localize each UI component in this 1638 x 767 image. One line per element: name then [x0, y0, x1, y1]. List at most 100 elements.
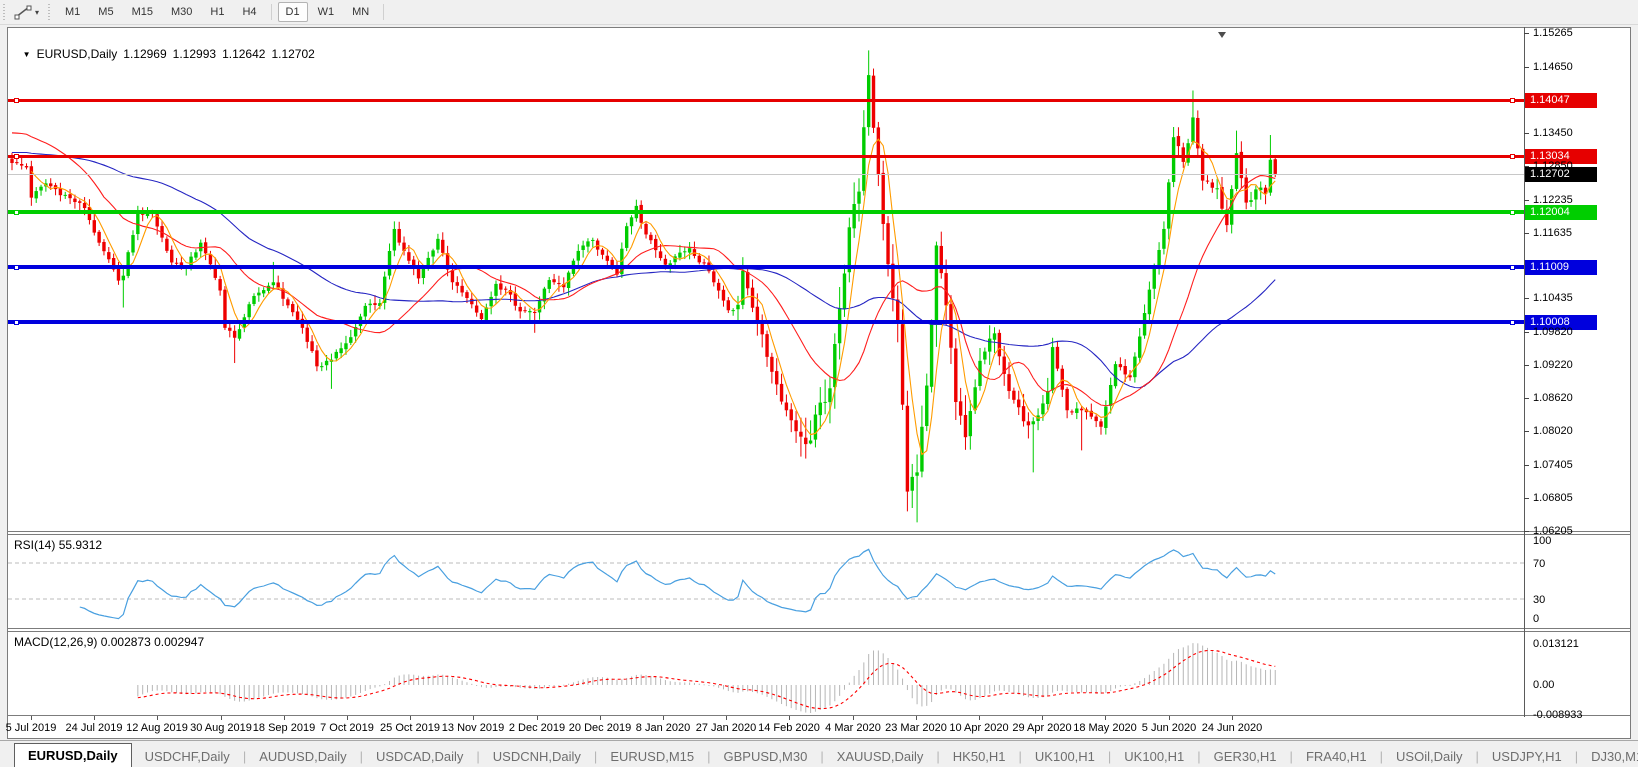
timeframe-button-m5[interactable]: M5	[90, 2, 121, 22]
rsi-axis-label: 0	[1533, 613, 1540, 625]
date-tick	[1232, 716, 1233, 720]
price-tick-label: 1.12850	[1533, 160, 1573, 172]
macd-values: 0.002873 0.002947	[100, 635, 205, 649]
level-handle[interactable]	[14, 154, 19, 159]
date-tick	[1042, 716, 1043, 720]
price-tick-label: 1.13450	[1533, 127, 1573, 139]
price-tick	[1524, 398, 1529, 399]
timeframe-button-mn[interactable]: MN	[344, 2, 377, 22]
level-handle[interactable]	[1510, 320, 1515, 325]
timeframe-button-m1[interactable]: M1	[57, 2, 88, 22]
date-label: 24 Jul 2019	[65, 722, 123, 734]
date-label: 13 Nov 2019	[441, 722, 505, 734]
timeframe-button-d1[interactable]: D1	[277, 2, 308, 22]
rsi-indicator-canvas[interactable]	[8, 535, 1524, 627]
level-line-1.14047[interactable]	[8, 99, 1524, 102]
ohlc-close: 1.12702	[271, 47, 315, 61]
timeframe-button-m30[interactable]: M30	[163, 2, 200, 22]
price-tick-label: 1.07405	[1533, 459, 1573, 471]
price-tick	[1524, 431, 1529, 432]
price-tick	[1524, 298, 1529, 299]
toolbar-grip-2[interactable]	[47, 4, 53, 20]
mt4-terminal: { "icons": { "title_collapse": "▼", "dro…	[0, 0, 1638, 767]
price-tick	[1524, 67, 1529, 68]
panel-splitter-rsi-macd-2[interactable]	[7, 631, 1631, 632]
price-tick-label: 1.08620	[1533, 392, 1573, 404]
macd-indicator-canvas[interactable]	[8, 632, 1524, 714]
chart-tab-uk100-h1[interactable]: UK100,H1	[1022, 746, 1108, 767]
date-label: 5 Jun 2020	[1141, 722, 1197, 734]
date-label: 25 Oct 2019	[380, 722, 440, 734]
chart-tab-audusd-daily[interactable]: AUDUSD,Daily	[246, 746, 359, 767]
rsi-axis-label: 30	[1533, 594, 1546, 606]
toolbar-grip[interactable]	[2, 4, 7, 20]
date-label: 27 Jan 2020	[695, 722, 757, 734]
chart-tab-usdcad-daily[interactable]: USDCAD,Daily	[363, 746, 476, 767]
date-tick	[473, 716, 474, 720]
level-handle[interactable]	[1510, 98, 1515, 103]
price-tick	[1524, 166, 1529, 167]
ohlc-low: 1.12642	[222, 47, 266, 61]
chart-shift-marker-icon[interactable]	[1218, 32, 1226, 38]
level-handle[interactable]	[1510, 210, 1515, 215]
chart-tab-eurusd-daily[interactable]: EURUSD,Daily	[14, 743, 132, 767]
panel-splitter-main-rsi[interactable]	[7, 531, 1631, 532]
rsi-label: RSI(14) 55.9312	[14, 538, 102, 552]
chart-tab-xauusd-daily[interactable]: XAUUSD,Daily	[824, 746, 937, 767]
chart-tab-dj30-m15[interactable]: DJ30,M15	[1578, 746, 1638, 767]
date-tick	[853, 716, 854, 720]
level-handle[interactable]	[14, 320, 19, 325]
date-tick	[94, 716, 95, 720]
level-price-label: 1.14047	[1525, 93, 1597, 108]
price-tick	[1524, 365, 1529, 366]
chart-title: ▼ EURUSD,Daily 1.12969 1.12993 1.12642 1.1270…	[16, 33, 315, 61]
chart-tab-usdchf-daily[interactable]: USDCHF,Daily	[132, 746, 243, 767]
title-collapse-icon[interactable]: ▼	[23, 50, 31, 59]
level-handle[interactable]	[14, 265, 19, 270]
level-line-1.11009[interactable]	[8, 265, 1524, 269]
price-tick	[1524, 531, 1529, 532]
level-price-label: 1.11009	[1525, 260, 1597, 275]
level-line-1.13034[interactable]	[8, 155, 1524, 158]
timeframe-button-w1[interactable]: W1	[310, 2, 343, 22]
level-handle[interactable]	[1510, 265, 1515, 270]
chart-tab-eurusd-m15[interactable]: EURUSD,M15	[597, 746, 707, 767]
date-tick	[347, 716, 348, 720]
date-tick	[663, 716, 664, 720]
date-label: 23 Mar 2020	[885, 722, 947, 734]
chart-tab-gbpusd-m30[interactable]: GBPUSD,M30	[711, 746, 821, 767]
level-line-1.12004[interactable]	[8, 210, 1524, 214]
trendline-tool-icon[interactable]	[13, 3, 33, 21]
chart-tab-ger30-h1[interactable]: GER30,H1	[1201, 746, 1290, 767]
ohlc-high: 1.12993	[172, 47, 217, 61]
date-tick	[979, 716, 980, 720]
panel-splitter-main-rsi-2[interactable]	[7, 534, 1631, 535]
chart-tab-fra40-h1[interactable]: FRA40,H1	[1293, 746, 1380, 767]
level-handle[interactable]	[14, 210, 19, 215]
date-label: 24 Jun 2020	[1201, 722, 1263, 734]
price-tick-label: 1.14650	[1533, 61, 1573, 73]
price-tick-label: 1.15265	[1533, 27, 1573, 39]
date-tick	[157, 716, 158, 720]
timeframe-button-h4[interactable]: H4	[234, 2, 264, 22]
timeframe-button-h1[interactable]: H1	[202, 2, 232, 22]
macd-axis-bottom-label: -0.008933	[1533, 709, 1583, 721]
tool-dropdown-caret-icon[interactable]: ▾	[35, 8, 39, 17]
date-label: 20 Dec 2019	[568, 722, 632, 734]
timeframe-button-m15[interactable]: M15	[124, 2, 161, 22]
date-label: 10 Apr 2020	[949, 722, 1009, 734]
date-tick	[1169, 716, 1170, 720]
chart-tab-usdjpy-h1[interactable]: USDJPY,H1	[1479, 746, 1575, 767]
price-tick	[1524, 498, 1529, 499]
macd-axis-zero-label: 0.00	[1533, 679, 1555, 691]
tab-items: EURUSD,Daily USDCHF,Daily | AUDUSD,Daily | US…	[0, 743, 1638, 767]
level-line-1.10008[interactable]	[8, 320, 1524, 324]
chart-tab-usoil-daily[interactable]: USOil,Daily	[1383, 746, 1475, 767]
price-chart-canvas[interactable]	[8, 30, 1524, 530]
level-handle[interactable]	[14, 98, 19, 103]
chart-tab-usdcnh-daily[interactable]: USDCNH,Daily	[480, 746, 594, 767]
chart-tab-uk100-h1[interactable]: UK100,H1	[1111, 746, 1197, 767]
level-handle[interactable]	[1510, 154, 1515, 159]
panel-splitter-rsi-macd[interactable]	[7, 628, 1631, 629]
chart-tab-hk50-h1[interactable]: HK50,H1	[940, 746, 1019, 767]
